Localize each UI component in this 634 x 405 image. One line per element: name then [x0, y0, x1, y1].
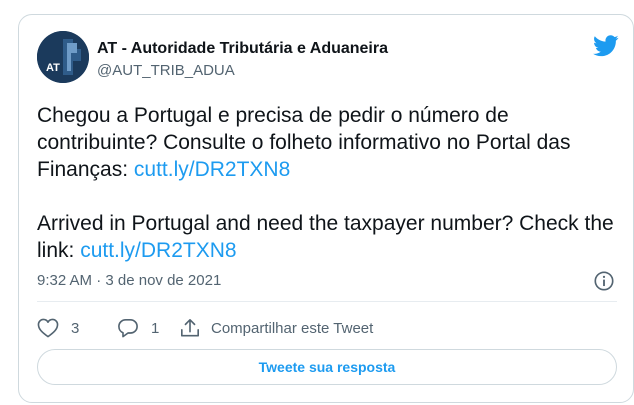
tweet-paragraph-en: Arrived in Portugal and need the taxpaye… — [37, 210, 627, 264]
twitter-bird-icon[interactable] — [593, 35, 619, 57]
tweet-link-pt[interactable]: cutt.ly/DR2TXN8 — [134, 158, 290, 181]
like-button[interactable]: 3 — [37, 318, 117, 338]
avatar-text: AT — [46, 62, 60, 74]
tweet-paragraph-pt: Chegou a Portugal e precisa de pedir o n… — [37, 102, 627, 183]
tweet-card: AT AT - Autoridade Tributária e Aduaneir… — [18, 14, 634, 403]
reply-button[interactable]: 1 — [117, 318, 179, 338]
share-label: Compartilhar este Tweet — [211, 319, 374, 337]
share-icon — [181, 319, 199, 337]
tweet-timestamp[interactable]: 9:32 AM · 3 de nov de 2021 — [37, 272, 221, 289]
share-button[interactable]: Compartilhar este Tweet — [179, 318, 373, 338]
author-handle[interactable]: @AUT_TRIB_ADUA — [97, 62, 235, 79]
tweet-text: Chegou a Portugal e precisa de pedir o n… — [37, 102, 627, 264]
tweet-reply-button[interactable]: Tweete sua resposta — [37, 349, 617, 385]
author-name[interactable]: AT - Autoridade Tributária e Aduaneira — [97, 40, 388, 58]
heart-icon — [37, 318, 59, 338]
tweet-actions: 3 1 Compartilhar este Tweet — [37, 315, 373, 341]
like-count: 3 — [71, 319, 80, 337]
reply-count: 1 — [151, 319, 160, 337]
at-logo-icon: AT — [37, 31, 89, 83]
reply-bubble-icon — [118, 319, 138, 338]
tweet-link-en[interactable]: cutt.ly/DR2TXN8 — [80, 239, 236, 262]
tweet-text-pt: Chegou a Portugal e precisa de pedir o n… — [37, 104, 571, 181]
divider — [37, 301, 617, 302]
avatar[interactable]: AT — [37, 31, 89, 83]
info-icon[interactable] — [593, 270, 615, 292]
